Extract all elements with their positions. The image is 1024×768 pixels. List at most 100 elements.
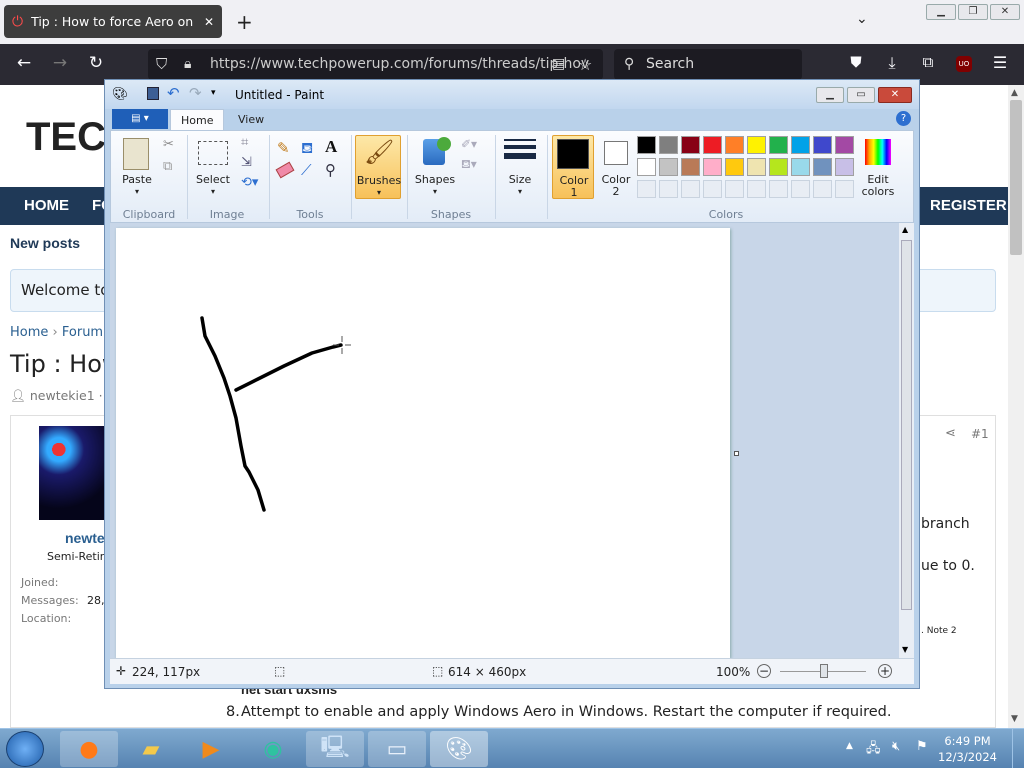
menu-register[interactable]: REGISTER [930, 197, 1007, 214]
palette-empty-swatch[interactable] [703, 180, 722, 198]
zoom-in-button[interactable]: + [878, 664, 892, 678]
new-tab-button[interactable]: + [236, 10, 253, 34]
start-button[interactable] [6, 731, 44, 767]
palette-empty-swatch[interactable] [747, 180, 766, 198]
palette-empty-swatch[interactable] [725, 180, 744, 198]
shield-icon[interactable]: ⛉ [156, 49, 167, 80]
palette-swatch[interactable] [637, 158, 656, 176]
fill-bucket-icon[interactable]: ⛾ [301, 139, 313, 159]
eraser-icon[interactable] [275, 161, 295, 179]
edit-colors-button[interactable]: Edit colors [859, 135, 897, 199]
media-player-taskbar-button[interactable]: ▶ [182, 731, 240, 767]
brushes-button[interactable]: 🖌︎ Brushes ▾ [355, 135, 401, 199]
extensions-icon[interactable]: ⧉ [916, 53, 940, 71]
save-icon[interactable] [147, 87, 159, 100]
crop-icon[interactable]: ⌗ [241, 135, 248, 150]
color2-button[interactable]: Color 2 [597, 135, 635, 199]
palette-swatch[interactable] [835, 158, 854, 176]
url-bar[interactable]: ⛉ 🔒︎ https://www.techpowerup.com/forums/… [148, 49, 603, 80]
paint-app-icon[interactable]: 🎨︎ [112, 87, 129, 102]
palette-swatch[interactable] [659, 158, 678, 176]
page-scrollbar-thumb[interactable] [1010, 100, 1022, 255]
fill-icon[interactable]: ⛾▾ [461, 157, 477, 173]
show-hidden-icons-icon[interactable]: ▲ [846, 741, 853, 751]
palette-swatch[interactable] [703, 136, 722, 154]
system-clock[interactable]: 6:49 PM 12/3/2024 [938, 733, 997, 765]
palette-empty-swatch[interactable] [813, 180, 832, 198]
show-desktop-button[interactable] [1012, 729, 1024, 768]
edge-taskbar-button[interactable]: ◉ [244, 731, 302, 767]
palette-empty-swatch[interactable] [637, 180, 656, 198]
scroll-up-arrow-icon[interactable]: ▲ [1011, 88, 1018, 98]
palette-swatch[interactable] [637, 136, 656, 154]
palette-swatch[interactable] [681, 136, 700, 154]
minimize-button[interactable]: ▁ [926, 4, 956, 20]
canvas-resize-handle[interactable] [734, 451, 739, 456]
canvas-scroll-up-icon[interactable]: ▲ [902, 225, 908, 234]
breadcrumb-forums[interactable]: Forum [62, 325, 103, 340]
close-tab-icon[interactable]: ✕ [204, 15, 214, 29]
undo-icon[interactable]: ↶ [167, 84, 180, 102]
copy-icon[interactable]: ⧉ [163, 159, 172, 174]
action-center-flag-icon[interactable]: ⚑ [916, 739, 928, 754]
select-button[interactable]: Select ▾ [193, 135, 233, 199]
post-username[interactable]: newte [65, 530, 105, 546]
shapes-button[interactable]: Shapes ▾ [413, 135, 457, 199]
explorer-taskbar-button[interactable]: ▰ [122, 731, 180, 767]
browser-tab[interactable]: ⏻ Tip : How to force Aero on "un ✕ [4, 5, 222, 38]
tab-list-chevron-icon[interactable]: ⌄ [856, 11, 868, 27]
palette-swatch[interactable] [791, 136, 810, 154]
file-menu-button[interactable]: ▤ ▾ [112, 109, 168, 129]
new-posts-link[interactable]: New posts [10, 235, 80, 251]
paste-button[interactable]: Paste ▾ [117, 135, 157, 199]
zoom-out-button[interactable]: − [757, 664, 771, 678]
thread-author[interactable]: newtekie1 [30, 388, 95, 403]
paint-minimize-button[interactable]: ▁ [816, 87, 844, 103]
cut-icon[interactable]: ✂ [163, 137, 174, 152]
palette-swatch[interactable] [813, 136, 832, 154]
ublock-icon[interactable]: UO [956, 56, 972, 72]
firefox-taskbar-button[interactable]: ● [60, 731, 118, 767]
bookmark-star-icon[interactable]: ☆ [578, 49, 592, 80]
resize-icon[interactable]: ⇲ [241, 155, 252, 170]
palette-swatch[interactable] [725, 158, 744, 176]
reload-icon[interactable]: ↻ [84, 53, 108, 73]
rotate-icon[interactable]: ⟲▾ [241, 175, 258, 190]
palette-swatch[interactable] [681, 158, 700, 176]
menu-home[interactable]: HOME [24, 197, 69, 214]
back-icon[interactable]: ← [12, 53, 36, 73]
share-icon[interactable]: ⋖ [945, 426, 956, 441]
palette-swatch[interactable] [725, 136, 744, 154]
computer-taskbar-button[interactable]: 🖳︎ [306, 731, 364, 767]
palette-swatch[interactable] [813, 158, 832, 176]
volume-muted-icon[interactable]: 🔇︎ [892, 739, 900, 754]
canvas-scrollbar-thumb[interactable] [901, 240, 912, 610]
palette-swatch[interactable] [791, 158, 810, 176]
palette-swatch[interactable] [835, 136, 854, 154]
color1-button[interactable]: Color 1 [552, 135, 594, 199]
help-icon[interactable]: ? [896, 111, 911, 126]
palette-empty-swatch[interactable] [769, 180, 788, 198]
pocket-icon[interactable]: ⛊ [844, 53, 868, 71]
palette-empty-swatch[interactable] [791, 180, 810, 198]
palette-swatch[interactable] [769, 136, 788, 154]
menu-icon[interactable]: ☰ [988, 53, 1012, 72]
lock-icon[interactable]: 🔒︎ [184, 49, 191, 80]
redo-icon[interactable]: ↷ [189, 84, 202, 102]
window-taskbar-button[interactable]: ▭ [368, 731, 426, 767]
palette-swatch[interactable] [703, 158, 722, 176]
breadcrumb-home[interactable]: Home [10, 325, 48, 340]
palette-empty-swatch[interactable] [835, 180, 854, 198]
restore-button[interactable]: ❐ [958, 4, 988, 20]
scroll-down-arrow-icon[interactable]: ▼ [1011, 714, 1018, 724]
palette-swatch[interactable] [747, 136, 766, 154]
tab-home[interactable]: Home [170, 109, 225, 130]
tab-view[interactable]: View [228, 109, 274, 130]
quick-access-dropdown-icon[interactable]: ▾ [211, 88, 216, 98]
magnifier-icon[interactable]: ⚲ [325, 161, 336, 179]
forward-icon[interactable]: → [48, 53, 72, 73]
palette-empty-swatch[interactable] [681, 180, 700, 198]
palette-swatch[interactable] [747, 158, 766, 176]
zoom-slider-thumb[interactable] [820, 664, 828, 678]
search-bar[interactable]: ⚲ Search [614, 49, 802, 80]
